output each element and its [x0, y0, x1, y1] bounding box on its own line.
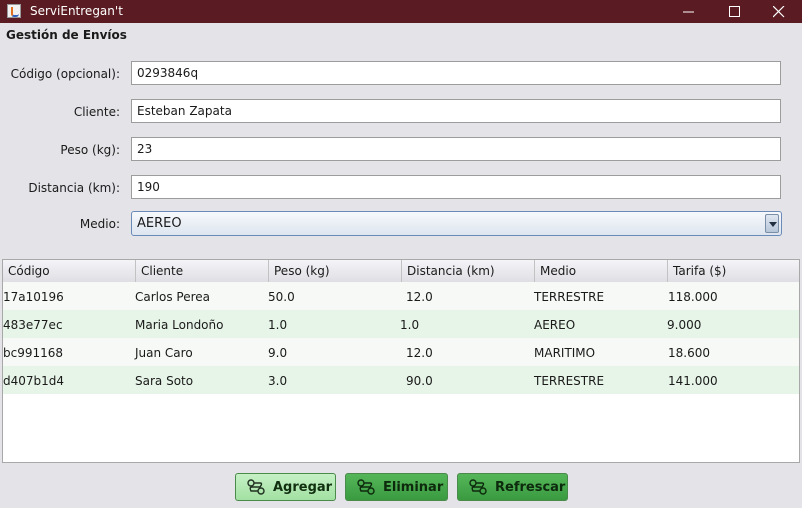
- java-cup-icon: [7, 4, 21, 18]
- column-header-tarifa[interactable]: Tarifa ($): [668, 260, 799, 282]
- window-title: ServiEntregan't: [30, 4, 123, 18]
- agregar-label: Agregar: [273, 480, 333, 495]
- table-row[interactable]: 17a10196 Carlos Perea 50.0 12.0 TERRESTR…: [3, 282, 799, 310]
- minimize-button[interactable]: [666, 0, 712, 23]
- medio-label: Medio:: [79, 217, 120, 231]
- cell-peso: 1.0: [268, 318, 288, 332]
- cell-peso: 3.0: [268, 374, 288, 388]
- route-path-icon: [357, 479, 375, 495]
- column-header-medio[interactable]: Medio: [535, 260, 668, 282]
- cell-cliente: Carlos Perea: [135, 290, 211, 304]
- eliminar-button[interactable]: Eliminar: [345, 473, 448, 501]
- cell-medio: TERRESTRE: [534, 374, 605, 388]
- cell-medio: TERRESTRE: [534, 290, 605, 304]
- route-path-icon: [247, 479, 265, 495]
- close-icon: [773, 6, 785, 18]
- cell-codigo: bc991168: [3, 346, 64, 360]
- cliente-field[interactable]: Esteban Zapata: [131, 99, 781, 123]
- table-row[interactable]: 483e77ec Maria Londoño 1.0 1.0 AEREO 9.0…: [3, 310, 799, 338]
- table-header: Código Cliente Peso (kg) Distancia (km) …: [3, 260, 799, 283]
- peso-field[interactable]: 23: [131, 137, 781, 161]
- cell-codigo: d407b1d4: [3, 374, 65, 388]
- cell-tarifa: 118.000: [668, 290, 718, 304]
- cell-tarifa: 141.000: [668, 374, 718, 388]
- cell-medio: AEREO: [534, 318, 576, 332]
- table-row[interactable]: bc991168 Juan Caro 9.0 12.0 MARITIMO 18.…: [3, 338, 799, 366]
- chevron-down-icon[interactable]: [765, 214, 779, 233]
- cell-peso: 50.0: [268, 290, 295, 304]
- cell-distancia: 12.0: [406, 346, 433, 360]
- cliente-label: Cliente:: [73, 105, 120, 119]
- refrescar-button[interactable]: Refrescar: [457, 473, 568, 501]
- refrescar-label: Refrescar: [495, 480, 566, 495]
- cell-cliente: Juan Caro: [135, 346, 193, 360]
- section-title: Gestión de Envíos: [6, 28, 127, 42]
- cell-distancia: 90.0: [406, 374, 433, 388]
- peso-label: Peso (kg):: [60, 143, 120, 157]
- minimize-icon: [683, 11, 694, 13]
- column-header-distancia[interactable]: Distancia (km): [402, 260, 535, 282]
- close-button[interactable]: [756, 0, 802, 23]
- cell-medio: MARITIMO: [534, 346, 596, 360]
- cell-cliente: Maria Londoño: [135, 318, 224, 332]
- route-path-icon: [469, 479, 487, 495]
- cell-codigo: 17a10196: [3, 290, 64, 304]
- maximize-button[interactable]: [712, 0, 758, 23]
- cell-distancia: 12.0: [406, 290, 433, 304]
- agregar-button[interactable]: Agregar: [235, 473, 336, 501]
- column-header-codigo[interactable]: Código: [3, 260, 136, 282]
- cell-codigo: 483e77ec: [3, 318, 63, 332]
- title-bar: ServiEntregan't: [0, 0, 802, 23]
- column-header-peso[interactable]: Peso (kg): [269, 260, 402, 282]
- eliminar-label: Eliminar: [383, 480, 444, 495]
- column-header-cliente[interactable]: Cliente: [136, 260, 269, 282]
- medio-selected-value: AEREO: [137, 216, 182, 231]
- table-row[interactable]: d407b1d4 Sara Soto 3.0 90.0 TERRESTRE 14…: [3, 366, 799, 394]
- medio-select[interactable]: AEREO: [131, 211, 782, 236]
- codigo-field[interactable]: 0293846q: [131, 61, 781, 85]
- envios-table: Código Cliente Peso (kg) Distancia (km) …: [2, 259, 800, 463]
- distancia-field[interactable]: 190: [131, 175, 781, 199]
- cell-distancia: 1.0: [400, 318, 420, 332]
- cell-tarifa: 9.000: [667, 318, 702, 332]
- maximize-icon: [729, 6, 740, 17]
- distancia-label: Distancia (km):: [28, 181, 120, 195]
- cell-cliente: Sara Soto: [135, 374, 194, 388]
- cell-tarifa: 18.600: [668, 346, 710, 360]
- codigo-label: Código (opcional):: [10, 67, 120, 81]
- cell-peso: 9.0: [268, 346, 288, 360]
